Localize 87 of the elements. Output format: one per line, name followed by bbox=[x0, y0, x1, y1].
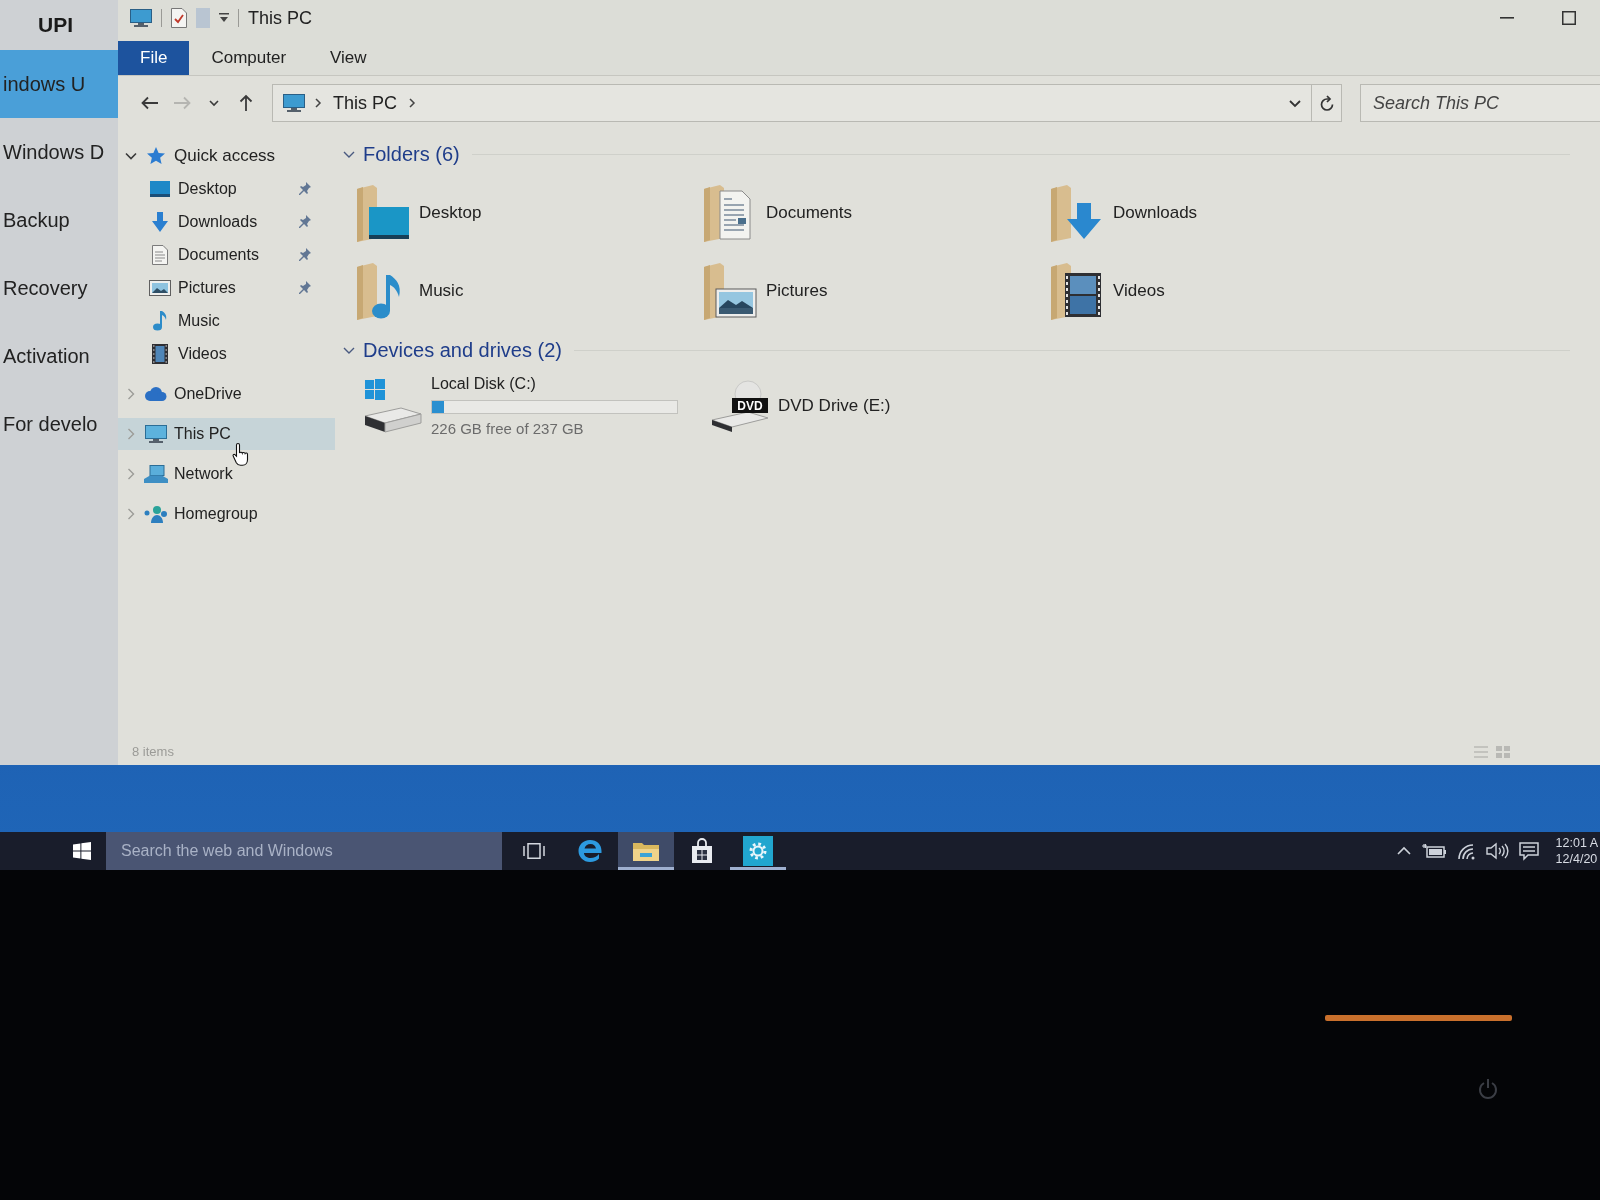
pin-icon[interactable] bbox=[299, 214, 311, 229]
computer-icon bbox=[145, 425, 167, 443]
folder-screen-icon bbox=[355, 183, 411, 243]
wifi-icon[interactable] bbox=[1456, 842, 1475, 860]
speaker-icon[interactable] bbox=[1485, 843, 1508, 859]
ribbon-tab[interactable]: View bbox=[308, 41, 389, 75]
search-field[interactable]: Search the web and Windows bbox=[106, 832, 502, 870]
nav-item[interactable]: Music bbox=[118, 304, 335, 337]
drive-tile[interactable]: DVD DVD Drive (E:) bbox=[702, 370, 1049, 442]
ribbon-tab[interactable]: Computer bbox=[189, 41, 309, 75]
nav-item[interactable]: Network bbox=[118, 458, 335, 490]
windows-logo-icon bbox=[73, 842, 91, 860]
nav-item[interactable]: Quick access bbox=[118, 140, 335, 172]
star-icon bbox=[147, 147, 165, 165]
refresh-icon bbox=[1319, 95, 1334, 111]
sidebar-item[interactable]: Activation bbox=[0, 322, 118, 390]
nav-item[interactable]: Videos bbox=[118, 337, 335, 370]
group-header[interactable]: Devices and drives (2) bbox=[343, 335, 562, 365]
download-icon bbox=[152, 211, 168, 232]
maximize-icon bbox=[1562, 11, 1576, 25]
window-title: UPI bbox=[37, 12, 73, 39]
ribbon-tab[interactable]: File bbox=[118, 41, 190, 75]
task-view-icon bbox=[523, 843, 545, 859]
folder-tile[interactable]: Music bbox=[355, 252, 702, 330]
sidebar-item[interactable]: Backup bbox=[0, 186, 118, 254]
nav-item[interactable]: Homegroup bbox=[118, 498, 335, 530]
browser-icon bbox=[578, 840, 602, 862]
computer-icon bbox=[283, 94, 305, 112]
minimize-icon bbox=[1500, 17, 1514, 19]
folder-tile[interactable]: Downloads bbox=[1049, 174, 1396, 252]
folder-tile[interactable]: Pictures bbox=[702, 252, 1049, 330]
up-arrow-icon bbox=[239, 94, 253, 112]
window-title: This PC bbox=[248, 6, 312, 30]
sidebar-item[interactable]: Windows D bbox=[0, 118, 118, 186]
folder-tile[interactable]: Documents bbox=[702, 174, 1049, 252]
chevron-down-icon[interactable] bbox=[1289, 99, 1301, 107]
pin-icon[interactable] bbox=[299, 181, 311, 196]
chevron-right-icon[interactable] bbox=[315, 98, 321, 108]
pin-icon[interactable] bbox=[299, 247, 311, 262]
gear-icon bbox=[743, 836, 773, 866]
hard-drive-icon bbox=[363, 378, 423, 434]
screen-icon bbox=[150, 180, 170, 197]
breadcrumb[interactable]: This PC bbox=[331, 89, 399, 117]
folder-picture-icon bbox=[702, 261, 758, 321]
folder-tile[interactable]: Videos bbox=[1049, 252, 1396, 330]
chevron-up-icon[interactable] bbox=[1396, 847, 1411, 855]
pin-icon[interactable] bbox=[299, 280, 311, 295]
nav-item[interactable]: This PC bbox=[118, 418, 335, 450]
taskbar-button[interactable] bbox=[618, 832, 674, 870]
chevron-right-icon[interactable] bbox=[409, 98, 415, 108]
hand-cursor-icon bbox=[232, 442, 250, 466]
shopping-bag-icon bbox=[691, 839, 713, 863]
nav-item[interactable]: Pictures bbox=[118, 271, 335, 304]
nav-item[interactable]: Documents bbox=[118, 238, 335, 271]
group-header[interactable]: Folders (6) bbox=[343, 139, 460, 169]
network-icon bbox=[144, 465, 168, 483]
dropdown-icon[interactable] bbox=[219, 13, 229, 23]
battery-icon[interactable] bbox=[1421, 844, 1446, 858]
sidebar-item[interactable]: For develo bbox=[0, 390, 118, 458]
nav-item[interactable]: Desktop bbox=[118, 172, 335, 205]
folder-icon bbox=[633, 841, 659, 861]
clock[interactable]: 12:01 A 12/4/20 bbox=[1549, 834, 1600, 868]
drive-tile[interactable]: Local Disk (C:) 226 GB free of 237 GB bbox=[355, 370, 702, 442]
message-icon[interactable] bbox=[1518, 842, 1539, 860]
document-icon bbox=[152, 244, 168, 265]
right-arrow-icon bbox=[173, 96, 191, 110]
cloud-icon bbox=[145, 387, 167, 401]
left-arrow-icon bbox=[141, 96, 159, 110]
sidebar-item[interactable]: indows U bbox=[0, 50, 118, 118]
sidebar-item[interactable]: Recovery bbox=[0, 254, 118, 322]
music-note-icon bbox=[153, 310, 167, 331]
refresh-button[interactable] bbox=[1312, 84, 1342, 122]
folder-tile[interactable]: Desktop bbox=[355, 174, 702, 252]
chevron-down-icon bbox=[209, 100, 219, 106]
computer-icon[interactable] bbox=[130, 9, 152, 27]
nav-item[interactable]: OneDrive bbox=[118, 378, 335, 410]
nav-item[interactable]: Downloads bbox=[118, 205, 335, 238]
chevron-down-icon[interactable] bbox=[125, 152, 137, 160]
status-text: 8 items bbox=[132, 743, 174, 762]
picture-icon bbox=[149, 279, 171, 296]
free-space-text: 226 GB free of 237 GB bbox=[431, 418, 585, 439]
document-check-icon[interactable] bbox=[171, 8, 187, 28]
drive-name: Local Disk (C:) bbox=[431, 373, 537, 394]
film-icon bbox=[152, 343, 168, 364]
address-bar[interactable]: This PC bbox=[272, 84, 1312, 122]
people-icon bbox=[144, 505, 168, 523]
search-field[interactable]: Search This PC bbox=[1360, 84, 1600, 122]
